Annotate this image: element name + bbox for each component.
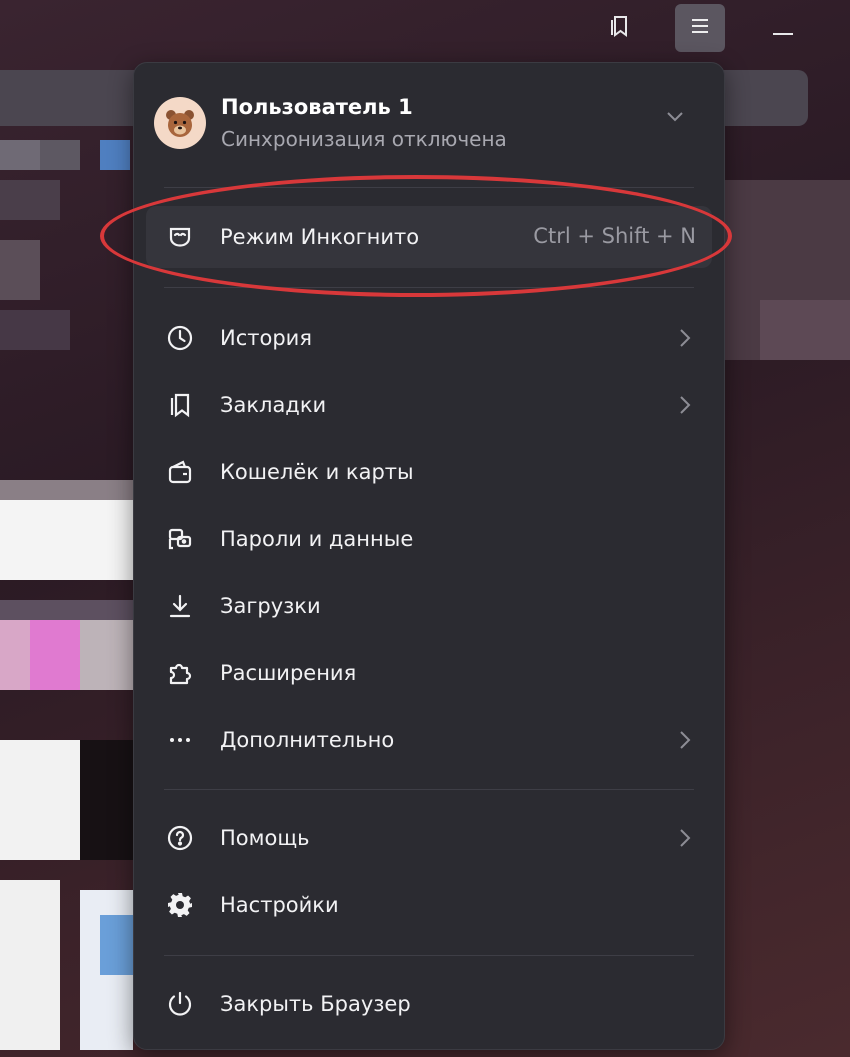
menu-item-label: Помощь bbox=[220, 826, 310, 850]
puzzle-icon bbox=[160, 653, 200, 693]
menu-item-settings[interactable]: Настройки bbox=[146, 874, 712, 936]
download-icon bbox=[160, 586, 200, 626]
chevron-right-icon bbox=[678, 326, 692, 354]
minimize-icon bbox=[771, 14, 795, 42]
menu-item-label: История bbox=[220, 326, 312, 350]
chevron-right-icon bbox=[678, 826, 692, 854]
menu-item-close-browser[interactable]: Закрыть Браузер bbox=[146, 973, 712, 1035]
menu-item-label: Настройки bbox=[220, 893, 339, 917]
menu-item-bookmarks[interactable]: Закладки bbox=[146, 374, 712, 436]
menu-item-passwords[interactable]: Пароли и данные bbox=[146, 508, 712, 570]
incognito-mask-icon bbox=[160, 217, 200, 257]
profile-name: Пользователь 1 bbox=[221, 95, 413, 119]
power-icon bbox=[160, 984, 200, 1024]
menu-item-label: Кошелёк и карты bbox=[220, 460, 414, 484]
chevron-down-icon[interactable] bbox=[664, 105, 686, 131]
more-icon bbox=[160, 720, 200, 760]
bookmarks-panel-icon bbox=[606, 13, 632, 43]
wallet-icon bbox=[160, 452, 200, 492]
menu-item-incognito[interactable]: Режим Инкогнито Ctrl + Shift + N bbox=[146, 206, 712, 268]
menu-item-label: Закладки bbox=[220, 393, 327, 417]
menu-item-label: Расширения bbox=[220, 661, 357, 685]
bookmark-icon bbox=[160, 385, 200, 425]
profile-section[interactable]: Пользователь 1 Синхронизация отключена bbox=[134, 63, 724, 181]
menu-item-help[interactable]: Помощь bbox=[146, 807, 712, 869]
key-icon bbox=[160, 519, 200, 559]
menu-item-wallet[interactable]: Кошелёк и карты bbox=[146, 441, 712, 503]
menu-item-extensions[interactable]: Расширения bbox=[146, 642, 712, 704]
divider bbox=[164, 789, 694, 790]
menu-item-label: Загрузки bbox=[220, 594, 321, 618]
minimize-window-button[interactable] bbox=[758, 4, 808, 52]
divider bbox=[164, 187, 694, 188]
browser-top-bar bbox=[0, 0, 850, 62]
divider bbox=[164, 955, 694, 956]
chevron-right-icon bbox=[678, 728, 692, 756]
menu-item-label: Закрыть Браузер bbox=[220, 992, 411, 1016]
menu-item-label: Пароли и данные bbox=[220, 527, 414, 551]
menu-item-more[interactable]: Дополнительно bbox=[146, 709, 712, 771]
menu-item-downloads[interactable]: Загрузки bbox=[146, 575, 712, 637]
question-icon bbox=[160, 818, 200, 858]
menu-item-label: Дополнительно bbox=[220, 728, 395, 752]
keyboard-shortcut: Ctrl + Shift + N bbox=[533, 224, 696, 248]
hamburger-icon bbox=[690, 17, 710, 39]
browser-main-menu: Пользователь 1 Синхронизация отключена Р… bbox=[133, 62, 725, 1050]
bear-avatar-icon bbox=[154, 97, 206, 149]
menu-item-history[interactable]: История bbox=[146, 307, 712, 369]
divider bbox=[164, 287, 694, 288]
chevron-right-icon bbox=[678, 393, 692, 421]
bookmarks-panel-button[interactable] bbox=[594, 4, 644, 52]
gear-icon bbox=[160, 885, 200, 925]
sync-status: Синхронизация отключена bbox=[221, 127, 507, 151]
clock-icon bbox=[160, 318, 200, 358]
main-menu-button[interactable] bbox=[675, 4, 725, 52]
menu-item-label: Режим Инкогнито bbox=[220, 225, 420, 249]
